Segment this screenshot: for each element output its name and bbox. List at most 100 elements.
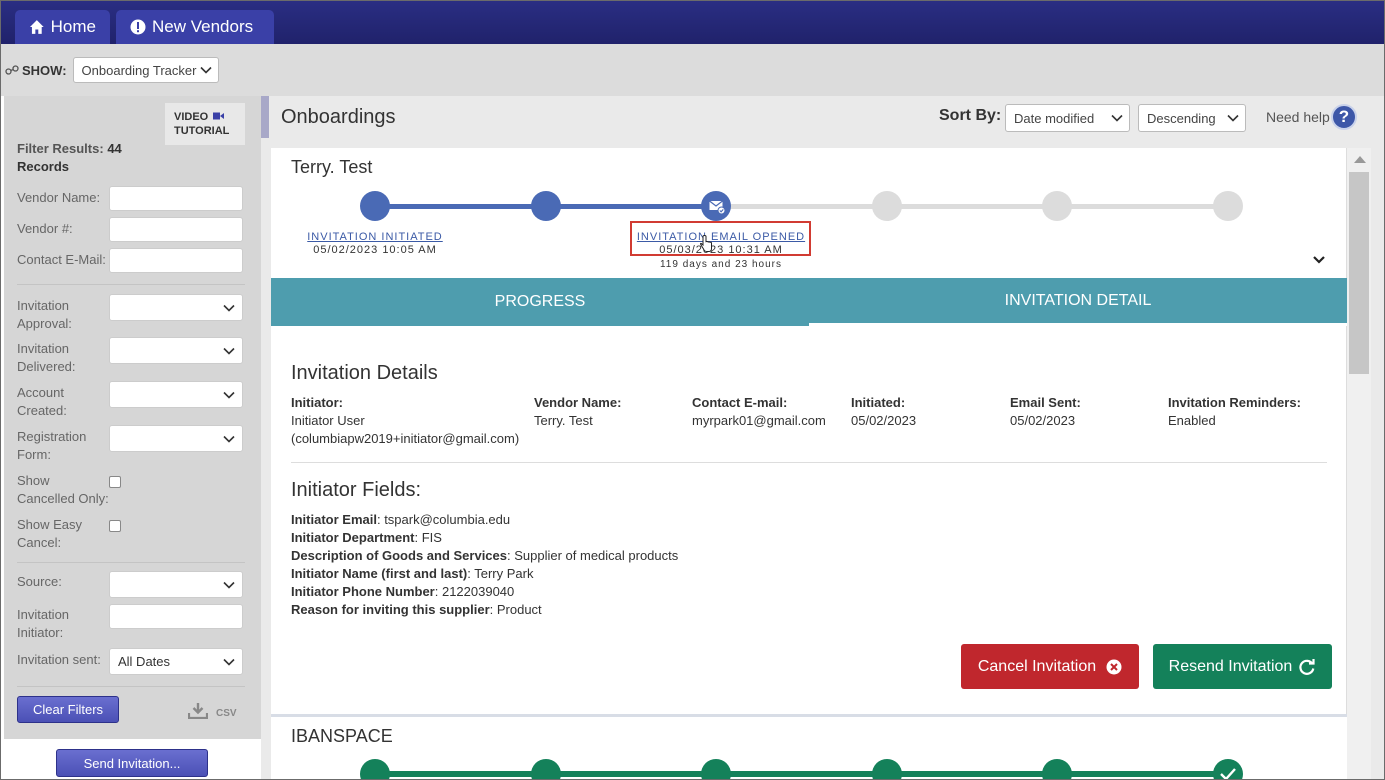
initiator-field-row: Description of Goods and Services: Suppl… [291, 548, 679, 563]
progress-step-node[interactable] [1042, 191, 1072, 221]
divider [17, 562, 245, 563]
initiator-field-row: Initiator Phone Number: 2122039040 [291, 584, 515, 599]
scrollbar[interactable] [1347, 148, 1371, 779]
show-select-value: Onboarding Tracker [81, 62, 197, 78]
clear-filters-button[interactable]: Clear Filters [17, 696, 119, 723]
chevron-down-icon [223, 658, 235, 666]
show-easy-cancel-checkbox[interactable] [109, 520, 121, 532]
progress-step-node[interactable] [872, 191, 902, 221]
chevron-down-icon [223, 304, 235, 312]
cursor-icon [700, 235, 712, 252]
registration-form-select[interactable] [109, 425, 243, 452]
progress-step-node[interactable] [701, 759, 731, 779]
tab-progress[interactable]: PROGRESS [271, 278, 809, 326]
progress-step-node[interactable] [531, 759, 561, 779]
sort-order-select[interactable]: Descending [1138, 104, 1246, 132]
chevron-down-icon[interactable] [1313, 256, 1325, 264]
initiator-field-row: Reason for inviting this supplier: Produ… [291, 602, 542, 617]
link-icon [5, 65, 19, 75]
send-invitation-button[interactable]: Send Invitation... [56, 749, 208, 777]
show-cancelled-checkbox[interactable] [109, 476, 121, 488]
divider [17, 686, 245, 687]
progress-step-node[interactable] [531, 191, 561, 221]
video-icon [213, 112, 225, 120]
step-email-opened-date: 05/03/2023 10:31 AM [659, 244, 783, 256]
initiator-field-row: Initiator Name (first and last): Terry P… [291, 566, 534, 581]
filter-results-count: 44 [107, 141, 122, 156]
step-email-opened-link[interactable]: INVITATION EMAIL OPENED [633, 231, 809, 243]
initiator-fields-list: Initiator Email: tspark@columbia.edu Ini… [291, 511, 678, 619]
registration-form-label: Registration Form: [17, 429, 87, 462]
csv-export-button[interactable]: CSV [188, 702, 237, 719]
show-select[interactable]: Onboarding Tracker [72, 57, 219, 83]
vendor-number-input[interactable] [109, 217, 243, 242]
account-created-label: Account Created: [17, 385, 67, 418]
new-vendors-tab[interactable]: New Vendors [116, 10, 274, 44]
invitation-sent-label: Invitation sent: [17, 652, 101, 667]
invitation-delivered-select[interactable] [109, 337, 243, 364]
check-icon [1220, 768, 1236, 779]
chevron-down-icon [223, 581, 235, 589]
invitation-sent-value: All Dates [118, 654, 171, 669]
progress-step-node[interactable] [1213, 759, 1243, 779]
video-tutorial-line2: TUTORIAL [174, 125, 230, 137]
sort-field-select[interactable]: Date modified [1005, 104, 1130, 132]
progress-step-node[interactable] [360, 191, 390, 221]
invitation-details-title: Invitation Details [291, 362, 438, 384]
cancel-invitation-label: Cancel Invitation [977, 657, 1097, 675]
detail-contact-email: Contact E-mail: myrpark01@gmail.com [692, 395, 826, 428]
vendor-name-input[interactable] [109, 186, 243, 211]
divider [291, 462, 1327, 463]
invitation-approval-select[interactable] [109, 294, 243, 321]
detail-vendor-name: Vendor Name: Terry. Test [534, 395, 622, 428]
contact-email-input[interactable] [109, 248, 243, 273]
invitation-sent-select[interactable]: All Dates [109, 648, 243, 675]
top-nav: Home New Vendors [1, 1, 1384, 44]
scroll-thumb[interactable] [1349, 172, 1369, 374]
progress-step-node[interactable] [360, 759, 390, 779]
onboarding-vendor-name: IBANSPACE [291, 726, 393, 746]
home-tab[interactable]: Home [15, 10, 110, 44]
initiator-fields-title: Initiator Fields: [291, 479, 422, 501]
chevron-down-icon [223, 347, 235, 355]
progress-step-node[interactable] [1213, 191, 1243, 221]
page-title: Onboardings [281, 106, 396, 128]
home-icon [29, 20, 44, 34]
step-email-opened-elapsed: 119 days and 23 hours [659, 259, 782, 270]
sort-order-value: Descending [1147, 110, 1216, 126]
resend-invitation-button[interactable]: Resend Invitation [1153, 644, 1332, 689]
account-created-select[interactable] [109, 381, 243, 408]
scroll-up-arrow[interactable] [1354, 156, 1366, 163]
invitation-initiator-label: Invitation Initiator: [17, 607, 70, 640]
progress-step-node[interactable] [1042, 759, 1072, 779]
new-vendors-tab-label: New Vendors [152, 17, 254, 36]
sort-field-value: Date modified [1014, 110, 1095, 126]
step-invitation-initiated-link[interactable]: INVITATION INITIATED [305, 231, 445, 243]
tab-invitation-detail[interactable]: INVITATION DETAIL [809, 278, 1347, 326]
divider [17, 284, 245, 285]
detail-email-sent: Email Sent: 05/02/2023 [1010, 395, 1081, 428]
initiator-field-row: Initiator Email: tspark@columbia.edu [291, 512, 511, 527]
help-icon[interactable]: ? [1331, 104, 1357, 130]
show-cancelled-label: Show Cancelled Only: [17, 473, 109, 506]
video-tutorial-button[interactable]: VIDEO TUTORIAL [165, 103, 245, 145]
alert-icon [130, 19, 146, 35]
email-opened-icon [709, 200, 726, 215]
invitation-initiator-input[interactable] [109, 604, 243, 629]
onboarding-vendor-name: Terry. Test [291, 157, 373, 177]
progress-step-node[interactable] [872, 759, 902, 779]
need-help-link[interactable]: Need help [1266, 109, 1330, 125]
initiator-field-row: Initiator Department: FIS [291, 530, 442, 545]
cancel-invitation-button[interactable]: Cancel Invitation [961, 644, 1139, 689]
onboarding-card: Terry. Test INVITATION INITIATED 05/02/2… [271, 148, 1347, 758]
main-panel: Onboardings Sort By: Date modified Desce… [261, 96, 1384, 779]
chevron-down-icon [223, 435, 235, 443]
progress-step-node-current[interactable] [701, 191, 731, 221]
chevron-down-icon [1111, 114, 1123, 122]
source-select[interactable] [109, 571, 243, 598]
filter-results-label: Filter Results: [17, 141, 104, 156]
sort-by-label: Sort By: [939, 107, 1002, 124]
show-easy-cancel-label: Show Easy Cancel: [17, 517, 83, 550]
detail-initiator: Initiator: Initiator User (columbiapw201… [291, 395, 520, 446]
video-tutorial-line1: VIDEO [174, 111, 209, 123]
